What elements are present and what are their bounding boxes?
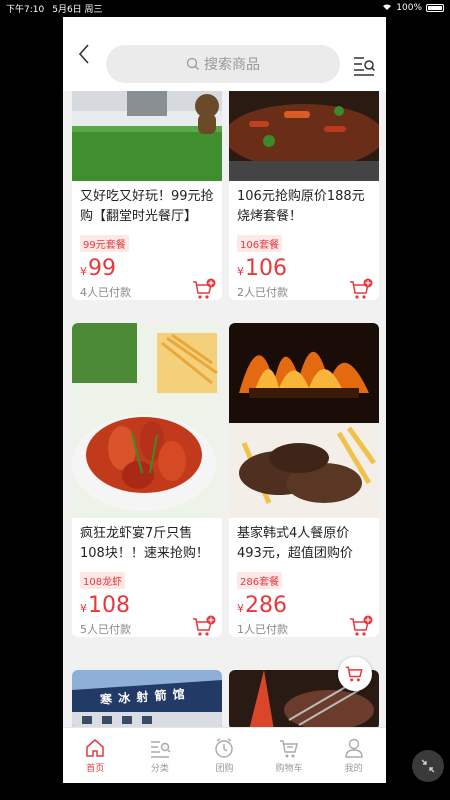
product-tag: 99元套餐: [80, 235, 129, 252]
wifi-icon: [382, 3, 392, 14]
product-image: [229, 91, 379, 181]
status-battery-text: 100%: [396, 3, 422, 13]
floating-cart-button[interactable]: [338, 657, 372, 691]
top-bar: 搜索商品: [63, 17, 386, 91]
product-tag: 106套餐: [237, 235, 283, 252]
home-icon: [86, 739, 105, 757]
product-image: [229, 323, 379, 518]
list-search-icon: [354, 57, 376, 76]
tab-label: 首页: [86, 764, 105, 774]
cart-plus-icon: [350, 278, 373, 299]
tab-cart[interactable]: 购物车: [257, 728, 322, 783]
app-screen: 搜索商品 又好吃又好玩！99元抢购【翻堂时光餐厅】 99元套餐 ¥ 99 4人已…: [63, 17, 386, 783]
add-to-cart-button[interactable]: [192, 615, 216, 637]
collapse-arrows-icon: [421, 759, 435, 773]
search-icon: [186, 57, 199, 70]
clock-icon: [215, 738, 234, 758]
category-menu-button[interactable]: [352, 53, 376, 77]
status-time: 下午7:10: [6, 4, 45, 15]
tab-profile[interactable]: 我的: [321, 728, 386, 783]
tab-group-buy[interactable]: 团购: [192, 728, 257, 783]
product-card[interactable]: 疯狂龙虾宴7斤只售108块！！速来抢购！ 108龙虾 ¥108 5人已付款: [72, 323, 222, 637]
add-to-cart-button[interactable]: [349, 615, 373, 637]
product-image: 寒 冰 射 箭 馆: [72, 670, 222, 727]
product-title: 疯狂龙虾宴7斤只售108块！！速来抢购！: [80, 526, 209, 561]
product-tag: 108龙虾: [80, 572, 126, 589]
bottom-tab-bar: 首页 分类 团购 购物车 我的: [63, 727, 386, 783]
tab-label: 分类: [150, 764, 169, 774]
product-card[interactable]: 基家韩式4人餐原价493元，超值团购价286元 286套餐 ¥286 1人已付款: [229, 323, 379, 637]
product-tag: 286套餐: [237, 572, 283, 589]
back-button[interactable]: [63, 17, 105, 91]
product-title: 基家韩式4人餐原价493元，超值团购价286元: [237, 526, 353, 561]
status-date: 5月6日 周三: [52, 4, 103, 15]
cart-plus-icon: [193, 615, 216, 636]
product-feed[interactable]: 又好吃又好玩！99元抢购【翻堂时光餐厅】+... 99元套餐 ¥99 4人已付款: [63, 91, 386, 727]
product-title: 106元抢购原价188元烧烤套餐！: [237, 189, 365, 224]
cart-icon: [345, 666, 363, 682]
search-placeholder: 搜索商品: [204, 57, 260, 73]
cart-plus-icon: [350, 615, 373, 636]
minimize-button[interactable]: [412, 750, 444, 782]
user-icon: [344, 738, 363, 758]
add-to-cart-button[interactable]: [192, 278, 216, 300]
tab-label: 我的: [344, 764, 363, 774]
status-bar: 下午7:10 5月6日 周三 100%: [0, 0, 450, 16]
tab-category[interactable]: 分类: [128, 728, 193, 783]
chevron-left-icon: [78, 44, 89, 64]
search-input[interactable]: 搜索商品: [106, 45, 340, 83]
tab-label: 团购: [215, 764, 234, 774]
product-image: [72, 323, 222, 518]
cart-icon: [280, 740, 298, 758]
product-card[interactable]: 又好吃又好玩！99元抢购【翻堂时光餐厅】+... 99元套餐 ¥99 4人已付款: [72, 91, 222, 300]
tab-home[interactable]: 首页: [63, 728, 128, 783]
tab-label: 购物车: [275, 764, 303, 774]
product-card[interactable]: 寒 冰 射 箭 馆: [72, 670, 222, 727]
product-image: [72, 91, 222, 181]
product-card[interactable]: 106元抢购原价188元烧烤套餐！ 106套餐 ¥106 2人已付款: [229, 91, 379, 300]
battery-icon: [426, 4, 444, 12]
add-to-cart-button[interactable]: [349, 278, 373, 300]
cart-plus-icon: [193, 278, 216, 299]
category-icon: [150, 741, 171, 758]
product-title: 又好吃又好玩！99元抢购【翻堂时光餐厅】+...: [80, 189, 214, 224]
